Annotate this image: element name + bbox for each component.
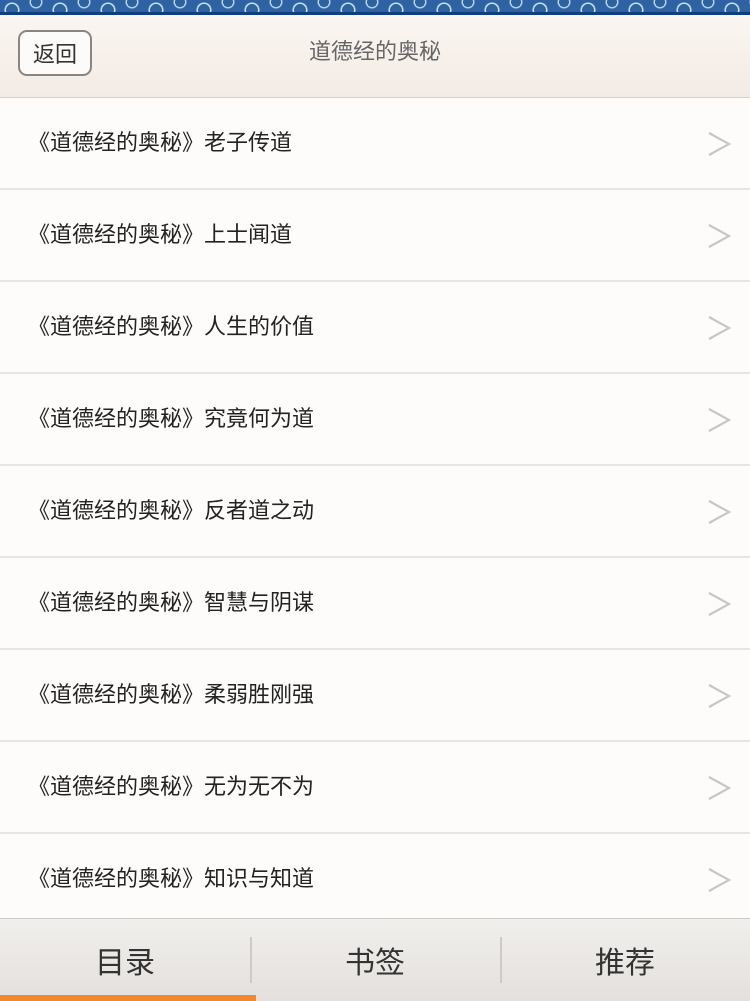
list-item-label: 《道德经的奥秘》究竟何为道 — [28, 407, 315, 432]
page-title: 道德经的奥秘 — [308, 40, 441, 65]
decorative-pattern-band — [0, 0, 750, 12]
chevron-right-icon — [708, 224, 732, 248]
chevron-right-icon — [708, 776, 732, 800]
list-item-label: 《道德经的奥秘》智慧与阴谋 — [28, 591, 315, 616]
header-bar: 返回 道德经的奥秘 — [0, 15, 750, 98]
list-item-label: 《道德经的奥秘》知识与知道 — [28, 867, 315, 892]
active-tab-indicator — [0, 995, 256, 1001]
list-item-label: 《道德经的奥秘》老子传道 — [28, 131, 293, 156]
list-item[interactable]: 《道德经的奥秘》究竟何为道 — [0, 374, 750, 466]
list-item-label: 《道德经的奥秘》人生的价值 — [28, 315, 315, 340]
list-item[interactable]: 《道德经的奥秘》知识与知道 — [0, 834, 750, 926]
list-item[interactable]: 《道德经的奥秘》人生的价值 — [0, 282, 750, 374]
list-item-label: 《道德经的奥秘》柔弱胜刚强 — [28, 683, 315, 708]
list-item[interactable]: 《道德经的奥秘》反者道之动 — [0, 466, 750, 558]
list-item[interactable]: 《道德经的奥秘》老子传道 — [0, 98, 750, 190]
list-item-label: 《道德经的奥秘》无为无不为 — [28, 775, 315, 800]
tab-recommend[interactable]: 推荐 — [500, 919, 750, 1001]
chevron-right-icon — [708, 500, 732, 524]
list-item-label: 《道德经的奥秘》反者道之动 — [28, 499, 315, 524]
bottom-tab-bar: 目录 书签 推荐 — [0, 918, 750, 1001]
tab-contents[interactable]: 目录 — [0, 919, 250, 1001]
chevron-right-icon — [708, 132, 732, 156]
list-item[interactable]: 《道德经的奥秘》智慧与阴谋 — [0, 558, 750, 650]
chevron-right-icon — [708, 684, 732, 708]
chapter-list: 《道德经的奥秘》老子传道 《道德经的奥秘》上士闻道 《道德经的奥秘》人生的价值 … — [0, 98, 750, 926]
chevron-right-icon — [708, 592, 732, 616]
list-item-label: 《道德经的奥秘》上士闻道 — [28, 223, 293, 248]
chevron-right-icon — [708, 408, 732, 432]
chevron-right-icon — [708, 868, 732, 892]
chevron-right-icon — [708, 316, 732, 340]
list-item[interactable]: 《道德经的奥秘》柔弱胜刚强 — [0, 650, 750, 742]
tab-bookmarks[interactable]: 书签 — [250, 919, 500, 1001]
list-item[interactable]: 《道德经的奥秘》上士闻道 — [0, 190, 750, 282]
list-item[interactable]: 《道德经的奥秘》无为无不为 — [0, 742, 750, 834]
